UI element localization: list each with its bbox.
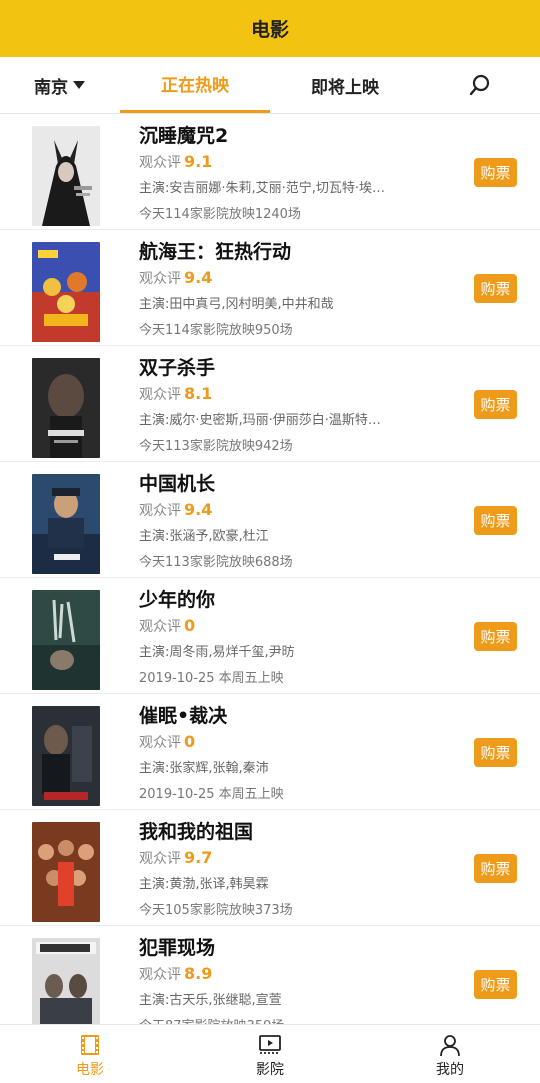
bottom-tab-label: 电影: [76, 1062, 104, 1078]
buy-ticket-button[interactable]: 购票: [474, 506, 517, 535]
rating-label: 观众评: [139, 967, 181, 983]
rating-label: 观众评: [139, 619, 181, 635]
movie-rating: 观众评 9.7: [139, 848, 212, 868]
search-icon[interactable]: [468, 73, 492, 97]
movie-poster[interactable]: [32, 706, 100, 806]
movie-rating: 观众评 0: [139, 732, 195, 752]
rating-label: 观众评: [139, 387, 181, 403]
app-header: 电影: [0, 0, 540, 57]
bottom-tab-label: 影院: [256, 1062, 284, 1078]
rating-score: 8.1: [184, 384, 213, 403]
tab-coming-soon[interactable]: 即将上映: [270, 57, 420, 113]
film-icon: [81, 1035, 99, 1055]
movie-showtimes: 今天114家影院放映950场: [139, 323, 293, 338]
movie-item[interactable]: 我和我的祖国 观众评 9.7 主演:黄渤,张译,韩昊霖 今天105家影院放映373…: [0, 810, 540, 926]
movie-poster[interactable]: [32, 590, 100, 690]
movie-title[interactable]: 沉睡魔咒2: [139, 121, 228, 148]
movie-poster[interactable]: [32, 822, 100, 922]
buy-ticket-button[interactable]: 购票: [474, 390, 517, 419]
tab-label: 即将上映: [311, 77, 379, 98]
bottom-tab-cinemas[interactable]: 影院: [180, 1025, 360, 1083]
rating-label: 观众评: [139, 155, 181, 171]
movie-item[interactable]: 催眠•裁决 观众评 0 主演:张家辉,张翰,秦沛 2019-10-25 本周五上映…: [0, 694, 540, 810]
rating-label: 观众评: [139, 735, 181, 751]
movie-rating: 观众评 9.4: [139, 500, 212, 520]
rating-score: 0: [184, 732, 196, 751]
movie-cast: 主演:周冬雨,易烊千玺,尹昉: [139, 645, 295, 660]
movie-item[interactable]: 航海王：狂热行动 观众评 9.4 主演:田中真弓,冈村明美,中井和哉 今天114家…: [0, 230, 540, 346]
movie-title[interactable]: 少年的你: [139, 585, 215, 612]
movie-title[interactable]: 犯罪现场: [139, 933, 215, 960]
bottom-tab-bar: 电影 影院 我的: [0, 1024, 540, 1083]
user-icon: [440, 1035, 460, 1057]
movie-poster[interactable]: [32, 358, 100, 458]
movie-poster[interactable]: [32, 474, 100, 574]
movie-cast: 主演:威尔·史密斯,玛丽·伊丽莎白·温斯特…: [139, 413, 381, 428]
city-label: 南京: [34, 77, 68, 98]
tab-now-showing[interactable]: 正在热映: [120, 57, 270, 113]
movie-cast: 主演:古天乐,张继聪,宣萱: [139, 993, 282, 1008]
page-title: 电影: [250, 19, 289, 41]
buy-ticket-button[interactable]: 购票: [474, 622, 517, 651]
movie-showtimes: 2019-10-25 本周五上映: [139, 787, 284, 802]
buy-ticket-button[interactable]: 购票: [474, 970, 517, 999]
buy-ticket-button[interactable]: 购票: [474, 738, 517, 767]
movie-item[interactable]: 沉睡魔咒2 观众评 9.1 主演:安吉丽娜·朱莉,艾丽·范宁,切瓦特·埃… 今天1…: [0, 114, 540, 230]
movie-showtimes: 今天113家影院放映688场: [139, 555, 293, 570]
movie-rating: 观众评 9.1: [139, 152, 212, 172]
movie-showtimes: 今天113家影院放映942场: [139, 439, 293, 454]
movie-title[interactable]: 双子杀手: [139, 353, 215, 380]
caret-down-icon: [73, 81, 85, 89]
movie-item[interactable]: 中国机长 观众评 9.4 主演:张涵予,欧豪,杜江 今天113家影院放映688场 …: [0, 462, 540, 578]
movie-cast: 主演:张家辉,张翰,秦沛: [139, 761, 269, 776]
movie-rating: 观众评 8.1: [139, 384, 212, 404]
movie-cast: 主演:田中真弓,冈村明美,中井和哉: [139, 297, 334, 312]
movie-list: 沉睡魔咒2 观众评 9.1 主演:安吉丽娜·朱莉,艾丽·范宁,切瓦特·埃… 今天1…: [0, 114, 540, 1042]
cinema-icon: [259, 1035, 281, 1054]
movie-showtimes: 2019-10-25 本周五上映: [139, 671, 284, 686]
movie-cast: 主演:张涵予,欧豪,杜江: [139, 529, 269, 544]
movie-rating: 观众评 9.4: [139, 268, 212, 288]
movie-title[interactable]: 中国机长: [139, 469, 215, 496]
rating-score: 0: [184, 616, 196, 635]
movie-rating: 观众评 8.9: [139, 964, 212, 984]
movie-rating: 观众评 0: [139, 616, 195, 636]
buy-ticket-button[interactable]: 购票: [474, 854, 517, 883]
buy-ticket-button[interactable]: 购票: [474, 274, 517, 303]
movie-showtimes: 今天105家影院放映373场: [139, 903, 293, 918]
rating-label: 观众评: [139, 271, 181, 287]
movie-title[interactable]: 催眠•裁决: [139, 701, 227, 728]
movie-showtimes: 今天114家影院放映1240场: [139, 207, 301, 222]
rating-score: 9.1: [184, 152, 213, 171]
buy-ticket-button[interactable]: 购票: [474, 158, 517, 187]
movie-cast: 主演:黄渤,张译,韩昊霖: [139, 877, 269, 892]
city-selector[interactable]: 南京: [34, 57, 85, 113]
movie-item[interactable]: 双子杀手 观众评 8.1 主演:威尔·史密斯,玛丽·伊丽莎白·温斯特… 今天113…: [0, 346, 540, 462]
rating-score: 9.4: [184, 268, 213, 287]
rating-label: 观众评: [139, 851, 181, 867]
movie-poster[interactable]: [32, 126, 100, 226]
tab-label: 正在热映: [161, 76, 229, 96]
movie-item[interactable]: 少年的你 观众评 0 主演:周冬雨,易烊千玺,尹昉 2019-10-25 本周五上…: [0, 578, 540, 694]
bottom-tab-movies[interactable]: 电影: [0, 1025, 180, 1083]
rating-label: 观众评: [139, 503, 181, 519]
movie-poster[interactable]: [32, 242, 100, 342]
top-nav: 南京 正在热映 即将上映: [0, 57, 540, 114]
rating-score: 9.4: [184, 500, 213, 519]
rating-score: 9.7: [184, 848, 213, 867]
movie-title[interactable]: 航海王：狂热行动: [139, 237, 291, 264]
bottom-tab-profile[interactable]: 我的: [360, 1025, 540, 1083]
movie-cast: 主演:安吉丽娜·朱莉,艾丽·范宁,切瓦特·埃…: [139, 181, 386, 196]
bottom-tab-label: 我的: [436, 1062, 464, 1078]
rating-score: 8.9: [184, 964, 213, 983]
movie-poster[interactable]: [32, 938, 100, 1038]
movie-title[interactable]: 我和我的祖国: [139, 817, 253, 844]
